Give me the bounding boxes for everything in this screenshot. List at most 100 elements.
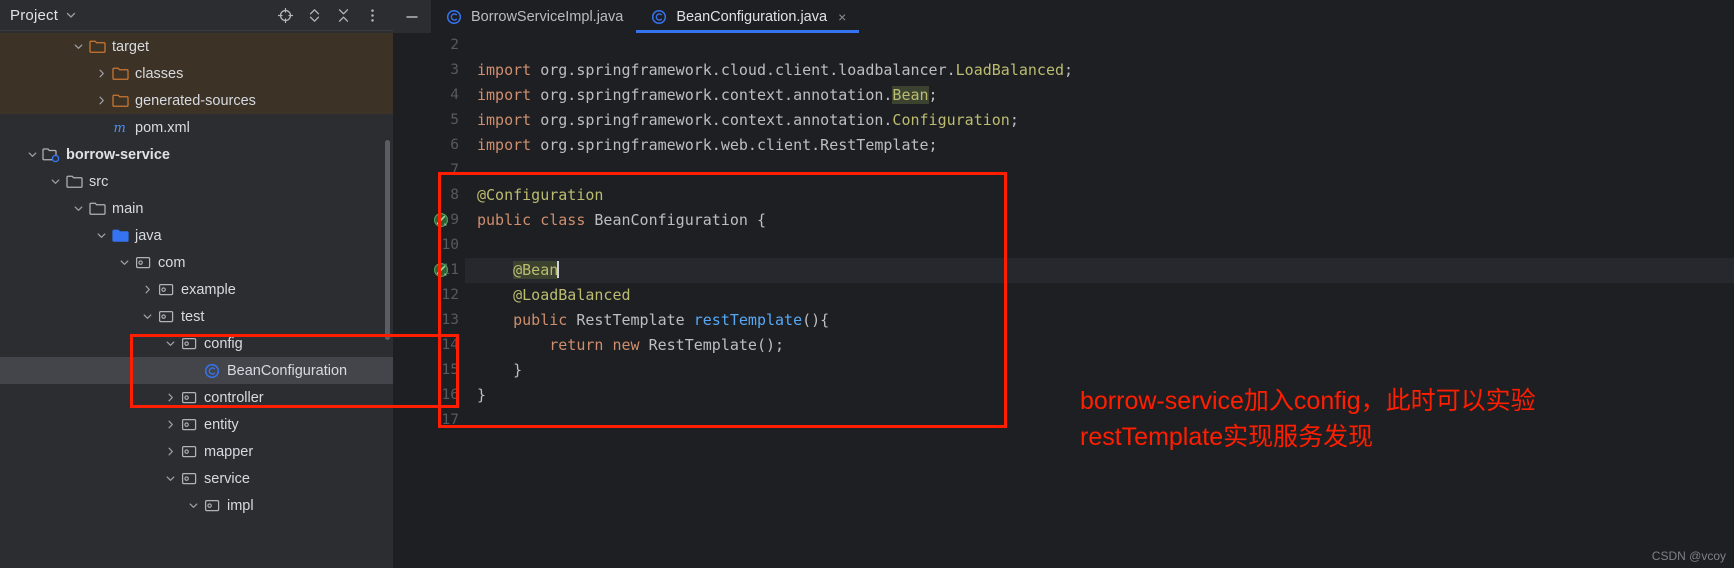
code-line[interactable]: } <box>465 358 1734 383</box>
chevron-down-icon[interactable] <box>69 200 87 218</box>
tree-item-entity[interactable]: entity <box>0 411 393 438</box>
chevron-down-icon[interactable] <box>115 254 133 272</box>
tree-item-main[interactable]: main <box>0 195 393 222</box>
editor-tab-label: BorrowServiceImpl.java <box>471 8 624 25</box>
tree-item-label: BeanConfiguration <box>227 362 348 379</box>
tree-item-mapper[interactable]: mapper <box>0 438 393 465</box>
code-viewport: 2 3 4 5 6 7 8 9 10 11 12 13 14 15 16 17 import org.spri… <box>393 33 1734 568</box>
project-scrollbar-thumb[interactable] <box>385 140 390 340</box>
gutter-line-number: 7 <box>450 162 459 178</box>
project-tool-window: Project target classes generated-sources… <box>0 0 393 568</box>
chevron-down-icon[interactable] <box>184 497 202 515</box>
code-token: ; <box>928 86 938 104</box>
chevron-down-icon[interactable] <box>46 173 64 191</box>
tree-item-target[interactable]: target <box>0 33 393 60</box>
editor-tabbar: BorrowServiceImpl.java BeanConfiguration.… <box>393 0 1734 33</box>
package-icon <box>179 443 199 461</box>
spring-bean-icon[interactable] <box>433 262 449 278</box>
folder-gray-icon <box>87 200 107 218</box>
chevron-down-icon[interactable] <box>161 335 179 353</box>
editor-tab-borrowserviceimpl[interactable]: BorrowServiceImpl.java <box>431 0 637 33</box>
editor-tabs: BorrowServiceImpl.java BeanConfiguration.… <box>431 0 860 33</box>
code-line[interactable]: import org.springframework.cloud.client.… <box>465 58 1734 83</box>
tree-item-beanconfiguration[interactable]: BeanConfiguration <box>0 357 393 384</box>
tree-item-label: com <box>158 254 186 271</box>
gutter-line-number: 2 <box>450 37 459 53</box>
code-line[interactable] <box>465 158 1734 183</box>
chevron-right-icon[interactable] <box>138 281 156 299</box>
maven-m-icon: m <box>110 119 130 137</box>
java-class-icon <box>444 8 464 26</box>
tree-item-test[interactable]: test <box>0 303 393 330</box>
tree-item-classes[interactable]: classes <box>0 60 393 87</box>
code-line[interactable]: public class BeanConfiguration { <box>465 208 1734 233</box>
tree-item-label: example <box>181 281 236 298</box>
chevron-right-icon[interactable] <box>161 443 179 461</box>
code-line[interactable]: import org.springframework.context.annot… <box>465 83 1734 108</box>
java-class-icon <box>202 362 222 380</box>
page-title: Project <box>10 6 59 24</box>
code-line[interactable]: import org.springframework.web.client.Re… <box>465 133 1734 158</box>
package-icon <box>179 389 199 407</box>
chevron-down-icon[interactable] <box>138 308 156 326</box>
code-line[interactable]: @Bean <box>465 258 1734 283</box>
chevron-right-icon[interactable] <box>161 416 179 434</box>
chevron-right-icon[interactable] <box>92 92 110 110</box>
editor-gutter[interactable]: 2 3 4 5 6 7 8 9 10 11 12 13 14 15 16 17 <box>393 33 495 568</box>
code-line[interactable] <box>465 233 1734 258</box>
package-icon <box>133 254 153 272</box>
tabbar-empty-space <box>859 0 1734 33</box>
tree-item-generated-sources[interactable]: generated-sources <box>0 87 393 114</box>
tree-item-controller[interactable]: controller <box>0 384 393 411</box>
code-token: import <box>477 61 541 79</box>
chevron-down-icon[interactable] <box>161 470 179 488</box>
tree-item-borrow-service[interactable]: borrow-service <box>0 141 393 168</box>
tree-item-impl[interactable]: impl <box>0 492 393 519</box>
code-line[interactable]: public RestTemplate restTemplate(){ <box>465 308 1734 333</box>
close-icon[interactable]: × <box>838 9 846 25</box>
tree-item-label: test <box>181 308 205 325</box>
minus-icon[interactable] <box>393 0 431 33</box>
text-caret <box>557 261 560 278</box>
code-token: Bean <box>892 86 929 104</box>
code-line[interactable]: import org.springframework.context.annot… <box>465 108 1734 133</box>
code-line[interactable]: return new RestTemplate(); <box>465 333 1734 358</box>
tree-item-config[interactable]: config <box>0 330 393 357</box>
chevron-right-icon[interactable] <box>161 389 179 407</box>
code-line[interactable]: @LoadBalanced <box>465 283 1734 308</box>
gutter-line-number: 8 <box>450 187 459 203</box>
editor-tab-label: BeanConfiguration.java <box>676 8 828 25</box>
code-token: Configuration <box>892 111 1010 129</box>
collapse-all-icon[interactable] <box>335 7 352 24</box>
tree-item-example[interactable]: example <box>0 276 393 303</box>
tree-item-pom-xml[interactable]: m pom.xml <box>0 114 393 141</box>
folder-gray-icon <box>64 173 84 191</box>
tree-item-src[interactable]: src <box>0 168 393 195</box>
code-token: public <box>477 211 541 229</box>
tree-item-java[interactable]: java <box>0 222 393 249</box>
expand-collapse-icon[interactable] <box>306 7 323 24</box>
gutter-line-number: 13 <box>441 312 459 328</box>
package-icon <box>179 335 199 353</box>
chevron-down-icon[interactable] <box>92 227 110 245</box>
folder-orange-icon <box>87 38 107 56</box>
code-line[interactable] <box>465 33 1734 58</box>
code-line[interactable]: @Configuration <box>465 183 1734 208</box>
tree-item-label: java <box>135 227 162 244</box>
tree-item-com[interactable]: com <box>0 249 393 276</box>
chevron-down-icon[interactable] <box>65 9 77 21</box>
locate-target-icon[interactable] <box>277 7 294 24</box>
code-token: org.springframework.web.client.RestTempl… <box>540 136 938 154</box>
spring-bean-icon[interactable] <box>433 212 449 228</box>
chevron-down-icon[interactable] <box>23 146 41 164</box>
tree-item-service[interactable]: service <box>0 465 393 492</box>
editor-code[interactable]: import org.springframework.cloud.client.… <box>465 33 1734 568</box>
editor-tab-beanconfiguration[interactable]: BeanConfiguration.java × <box>636 0 860 33</box>
chevron-right-icon[interactable] <box>92 65 110 83</box>
more-vertical-icon[interactable] <box>364 7 381 24</box>
gutter-line-number: 17 <box>441 412 459 428</box>
gutter-line-number: 4 <box>450 87 459 103</box>
chevron-down-icon[interactable] <box>69 38 87 56</box>
